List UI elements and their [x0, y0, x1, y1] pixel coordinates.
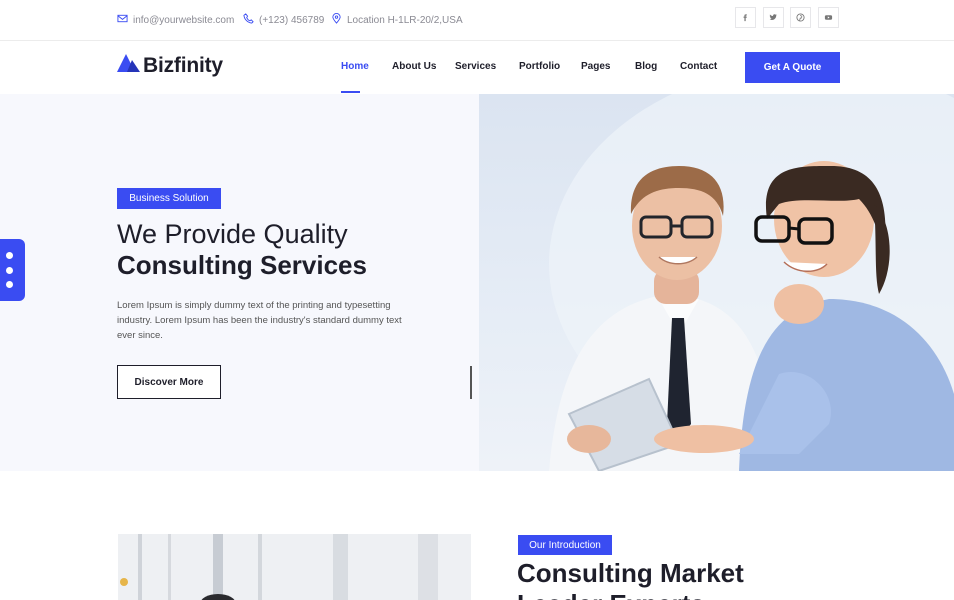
discover-more-button[interactable]: Discover More	[117, 365, 221, 399]
location-text: Location H-1LR-20/2,USA	[347, 14, 463, 26]
nav-pages[interactable]: Pages	[581, 61, 610, 72]
email-text: info@yourwebsite.com	[133, 14, 235, 26]
nav-portfolio[interactable]: Portfolio	[519, 61, 560, 72]
hero-section	[0, 94, 479, 471]
dot-icon	[6, 267, 13, 274]
top-bar: info@yourwebsite.com (+123) 456789 Locat…	[0, 0, 954, 41]
nav-services[interactable]: Services	[455, 61, 496, 72]
phone-text: (+123) 456789	[259, 14, 325, 26]
intro-title-line2: Leader Experts	[517, 589, 705, 600]
mail-icon	[117, 13, 128, 27]
dot-icon	[6, 252, 13, 259]
location-contact: Location H-1LR-20/2,USA	[331, 13, 463, 27]
nav-contact[interactable]: Contact	[680, 61, 717, 72]
facebook-icon[interactable]	[735, 7, 756, 28]
pinterest-icon[interactable]	[790, 7, 811, 28]
email-contact[interactable]: info@yourwebsite.com	[117, 13, 234, 27]
hero-image	[479, 94, 954, 471]
get-a-quote-button[interactable]: Get A Quote	[745, 52, 840, 83]
nav-active-indicator	[341, 91, 360, 93]
intro-title-line1: Consulting Market	[517, 558, 744, 588]
twitter-icon[interactable]	[763, 7, 784, 28]
nav-home[interactable]: Home	[341, 61, 369, 72]
hero-description: Lorem Ipsum is simply dummy text of the …	[117, 300, 402, 341]
logo-icon	[117, 53, 141, 78]
main-header: Bizfinity Home About Us Services Portfol…	[0, 41, 954, 94]
nav-about-us[interactable]: About Us	[392, 61, 436, 72]
youtube-icon[interactable]	[818, 7, 839, 28]
nav-blog[interactable]: Blog	[635, 61, 657, 72]
slider-indicator[interactable]	[470, 366, 472, 399]
logo-text: Bizfinity	[143, 53, 223, 77]
side-settings-widget[interactable]	[0, 239, 25, 301]
hero-title-line2: Consulting Services	[117, 250, 367, 280]
location-pin-icon	[331, 13, 342, 27]
hero-title-line1: We Provide Quality	[117, 219, 348, 249]
intro-image	[118, 534, 471, 600]
intro-tag: Our Introduction	[518, 535, 612, 555]
dot-icon	[6, 281, 13, 288]
phone-contact[interactable]: (+123) 456789	[243, 13, 324, 27]
hero-tag: Business Solution	[117, 188, 221, 209]
site-logo[interactable]: Bizfinity	[117, 53, 223, 78]
phone-icon	[243, 13, 254, 27]
